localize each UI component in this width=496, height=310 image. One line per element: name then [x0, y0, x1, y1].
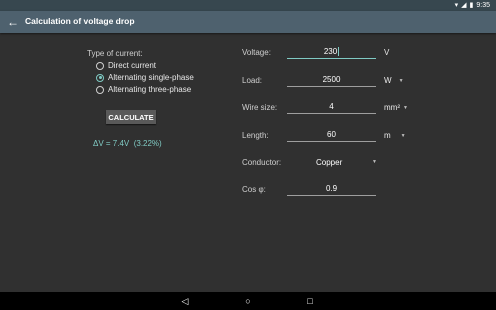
app-bar: ← Calculation of voltage drop: [0, 11, 496, 33]
dropdown-arrow-icon: ▼: [372, 159, 377, 165]
load-value: 2500: [322, 75, 341, 84]
load-unit-dropdown[interactable]: W ▼: [384, 76, 404, 85]
radio-alternating-three-phase[interactable]: Alternating three-phase: [96, 85, 191, 94]
length-input[interactable]: 60: [287, 129, 376, 142]
conductor-dropdown[interactable]: Copper ▼: [287, 156, 377, 168]
nav-home-icon[interactable]: ○: [241, 295, 255, 307]
radio-button[interactable]: [96, 85, 104, 94]
status-bar: ▾ ◢ ▮ 9:35: [0, 0, 496, 11]
wire-size-label: Wire size:: [242, 103, 278, 112]
radio-label: Direct current: [108, 61, 157, 70]
voltage-value: 230: [323, 47, 338, 56]
conductor-value: Copper: [316, 158, 343, 167]
dropdown-arrow-icon: ▼: [398, 77, 404, 84]
length-label: Length:: [242, 131, 269, 140]
radio-label: Alternating three-phase: [108, 85, 192, 94]
current-type-label: Type of current:: [87, 49, 143, 58]
radio-alternating-single-phase[interactable]: Alternating single-phase: [96, 73, 194, 82]
dropdown-arrow-icon: ▼: [403, 104, 408, 111]
voltage-input[interactable]: 230: [287, 46, 376, 59]
wire-size-value: 4: [329, 102, 334, 111]
page-title: Calculation of voltage drop: [25, 16, 135, 26]
cos-phi-input[interactable]: 0.9: [287, 183, 376, 196]
cos-phi-value: 0.9: [325, 184, 338, 193]
length-unit-dropdown[interactable]: m ▼: [384, 131, 406, 140]
voltage-label: Voltage:: [242, 48, 271, 57]
length-value: 60: [327, 130, 336, 139]
arrow-back-icon[interactable]: ←: [7, 14, 19, 30]
status-icons: ▾ ◢ ▮ 9:35: [455, 1, 490, 10]
battery-icon: ▮: [469, 2, 474, 9]
calculate-button[interactable]: CALCULATE: [106, 110, 156, 124]
radio-button[interactable]: [96, 61, 104, 70]
nav-back-icon[interactable]: ◁: [178, 295, 192, 307]
radio-button[interactable]: [96, 73, 104, 82]
current-type-group: Type of current:: [87, 49, 143, 58]
dropdown-arrow-icon: ▼: [400, 132, 406, 139]
load-label: Load:: [242, 76, 263, 85]
nav-recent-icon[interactable]: □: [303, 295, 317, 307]
load-input[interactable]: 2500: [287, 74, 376, 87]
navigation-bar: ◁ ○ □: [0, 292, 496, 310]
voltage-unit-text: V: [384, 48, 390, 57]
wire-size-unit-text: mm²: [384, 103, 400, 112]
status-time: 9:35: [476, 2, 490, 9]
conductor-label: Conductor:: [242, 158, 282, 167]
text-cursor: [338, 47, 340, 57]
wire-size-unit-dropdown[interactable]: mm² ▼: [384, 103, 408, 112]
wifi-icon: ▾: [454, 2, 459, 9]
voltage-unit: V: [384, 48, 389, 57]
wire-size-input[interactable]: 4: [287, 101, 376, 114]
radio-label: Alternating single-phase: [108, 73, 194, 82]
cos-phi-label: Cos φ:: [242, 185, 266, 194]
result-text: ΔV = 7.4V (3.22%): [93, 139, 162, 148]
radio-direct-current[interactable]: Direct current: [96, 61, 156, 70]
length-unit-text: m: [384, 131, 391, 140]
signal-icon: ◢: [461, 2, 467, 9]
load-unit-text: W: [384, 76, 392, 85]
